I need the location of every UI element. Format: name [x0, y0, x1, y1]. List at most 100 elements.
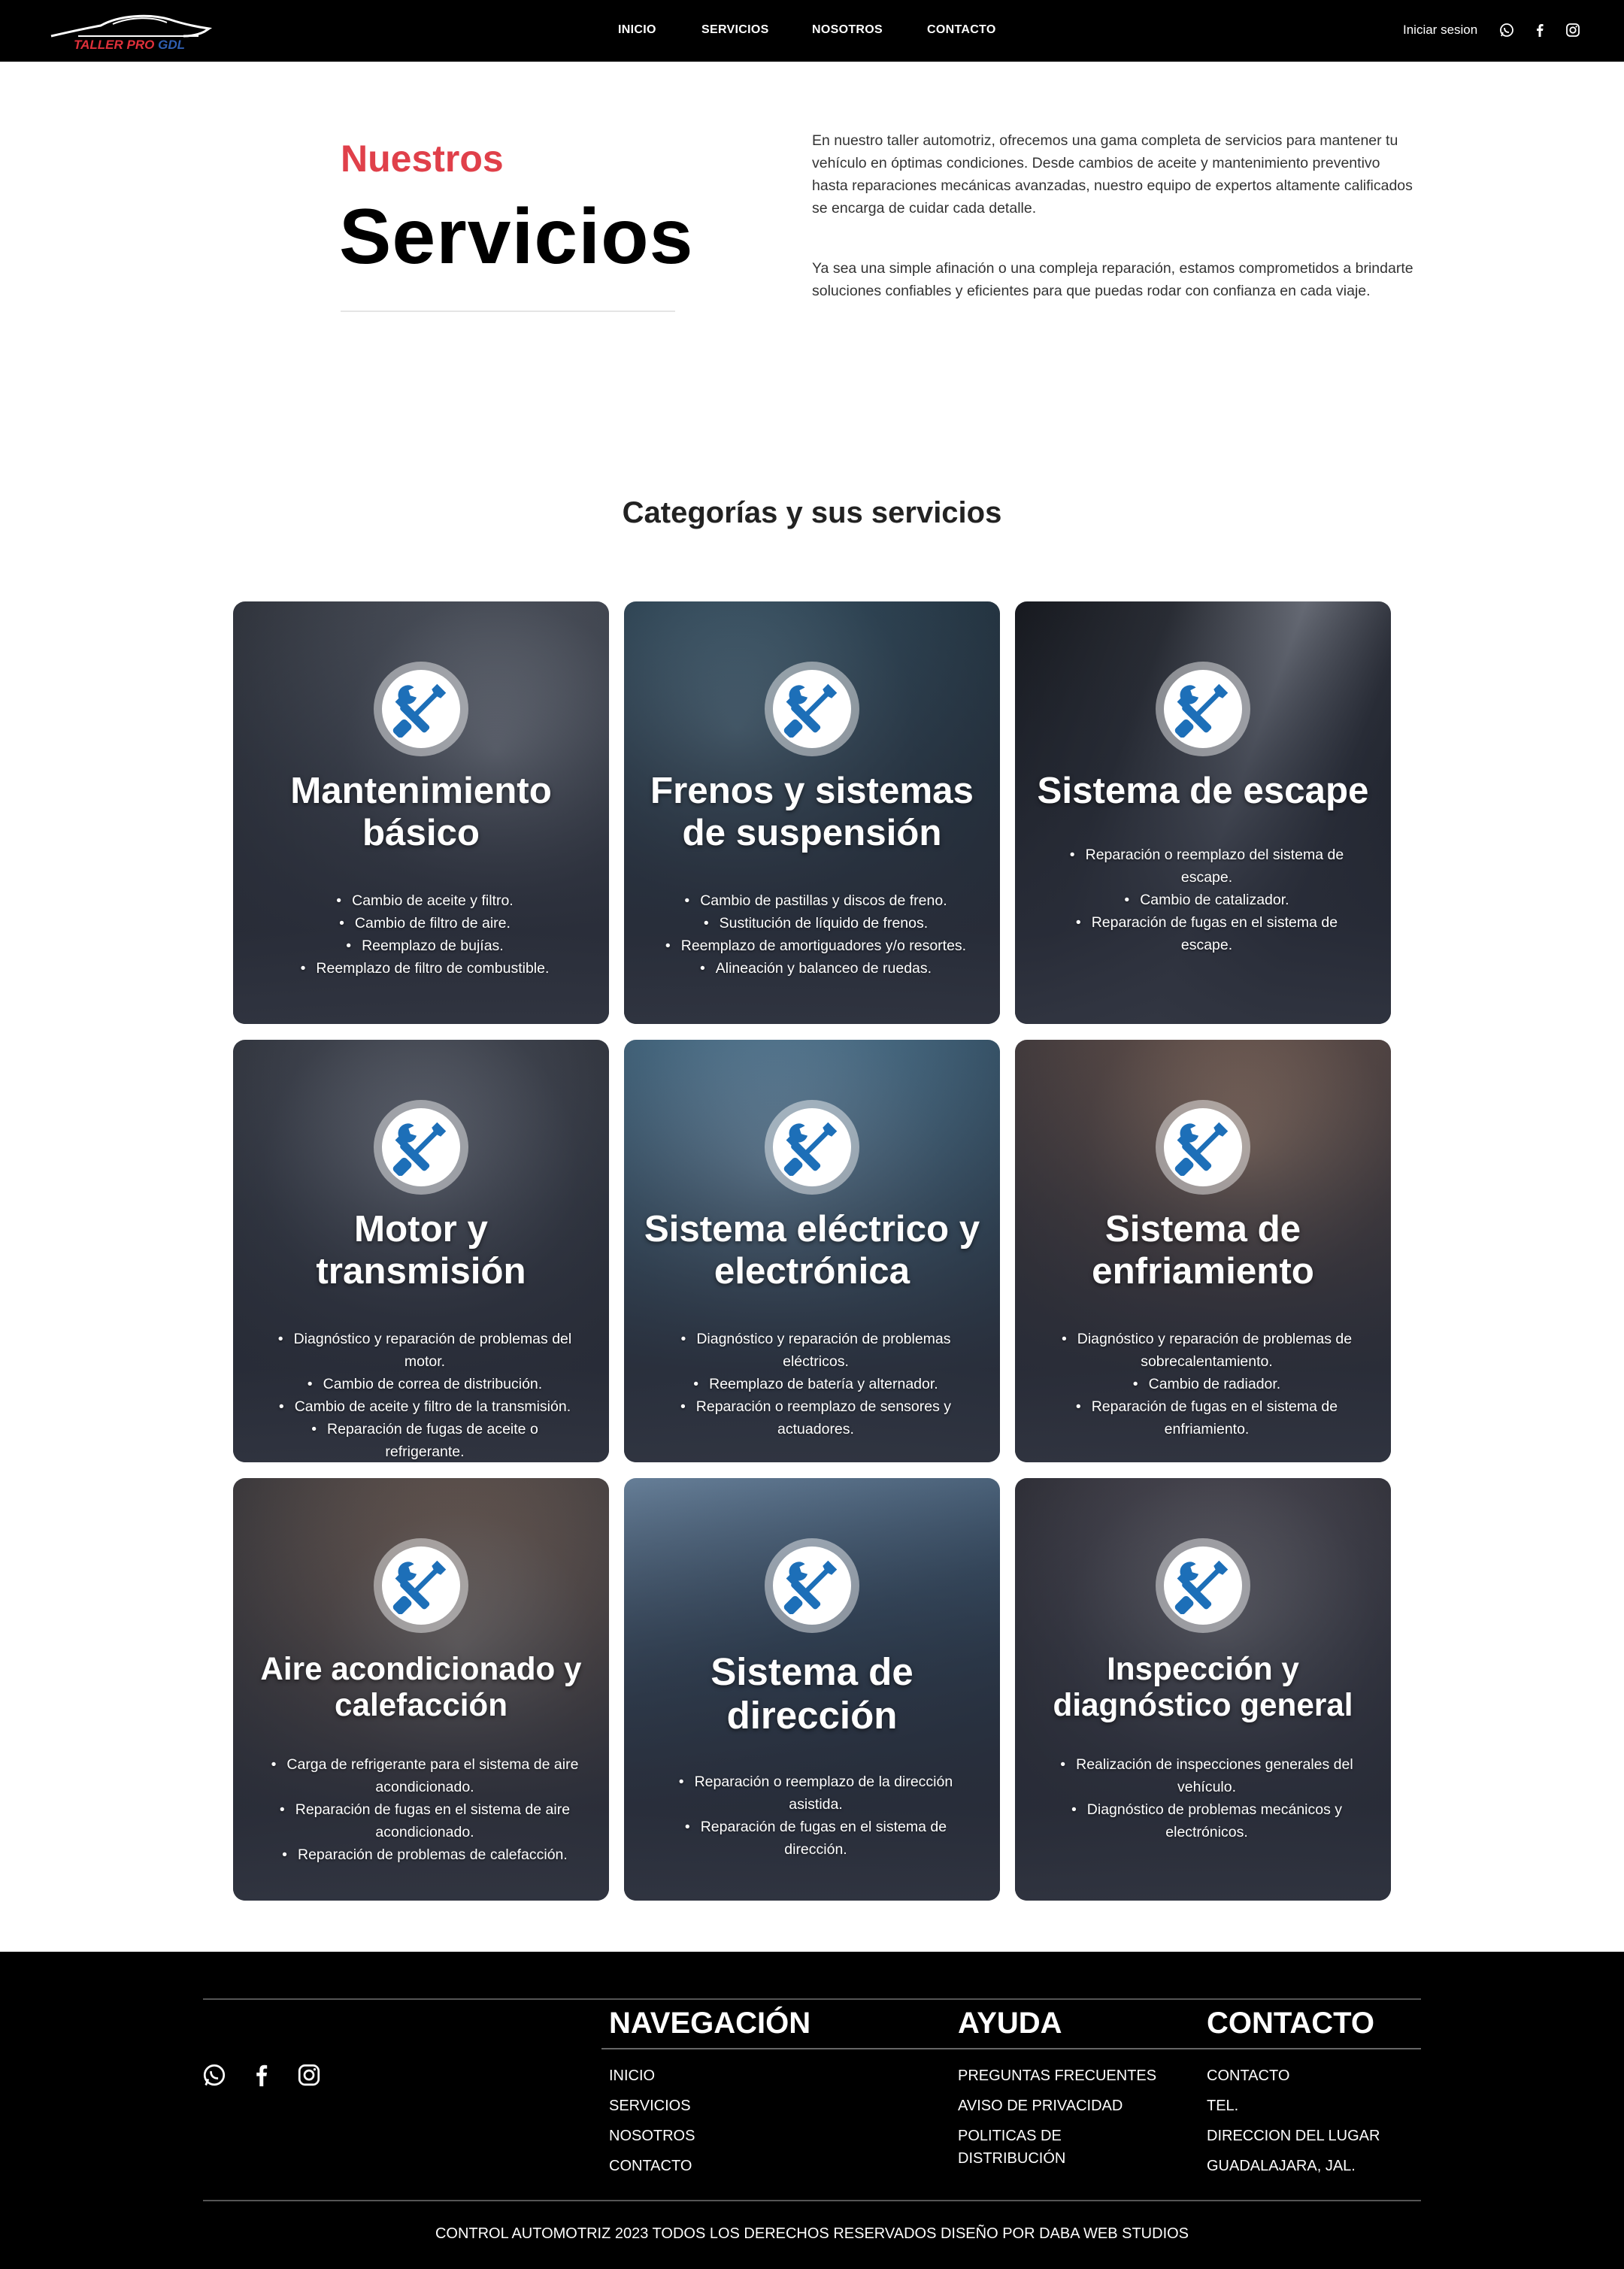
service-item: Cambio de correa de distribución. [271, 1373, 579, 1395]
card-icon-badge [765, 1538, 859, 1633]
footer-help-heading: AYUDA [958, 2007, 1062, 2040]
service-item: Diagnóstico y reparación de problemas de… [1053, 1328, 1361, 1373]
icon-circle [382, 670, 460, 748]
title-divider [341, 311, 675, 312]
icon-circle [382, 1546, 460, 1625]
service-list: Diagnóstico y reparación de problemas de… [271, 1328, 579, 1462]
service-card[interactable]: Frenos y sistemasde suspensión Cambio de … [624, 601, 1000, 1024]
logo-text: TALLER PRO GDL [74, 38, 185, 52]
wrench-screwdriver-icon [783, 1122, 838, 1176]
wrench-screwdriver-icon [783, 683, 838, 738]
service-item: Sustitución de líquido de frenos. [662, 912, 970, 935]
card-title: Sistema eléctrico y [644, 1208, 980, 1250]
footer-link-distribution[interactable]: POLITICAS DE [958, 2125, 1062, 2147]
footer-city: GUADALAJARA, JAL. [1207, 2158, 1356, 2174]
nav-inicio[interactable]: INICIO [618, 23, 656, 37]
login-link[interactable]: Iniciar sesion [1403, 23, 1477, 38]
instagram-icon[interactable] [1564, 21, 1582, 39]
categories-heading: Categorías y sus servicios [622, 496, 1002, 529]
card-icon-badge [374, 662, 468, 756]
card-title: Sistema de escape [1037, 770, 1369, 811]
icon-circle [773, 1546, 851, 1625]
facebook-icon[interactable] [248, 2061, 275, 2089]
card-icon-badge [765, 662, 859, 756]
footer-link-privacy[interactable]: AVISO DE PRIVACIDAD [958, 2095, 1123, 2117]
card-title: Sistema de [1104, 1208, 1301, 1250]
footer-link-faq[interactable]: PREGUNTAS FRECUENTES [958, 2065, 1156, 2087]
footer-link-inicio[interactable]: INICIO [609, 2065, 655, 2087]
card-title: transmisión [316, 1250, 526, 1292]
card-title: Frenos y sistemas [650, 770, 974, 811]
footer-top-divider [203, 1998, 1421, 2000]
service-card[interactable]: Sistema eléctrico yelectrónica Diagnóstic… [624, 1040, 1000, 1462]
instagram-icon[interactable] [295, 2061, 323, 2089]
service-list: Reparación o reemplazo del sistema de es… [1053, 844, 1361, 956]
nav-servicios[interactable]: SERVICIOS [701, 23, 769, 37]
wrench-screwdriver-icon [392, 1122, 447, 1176]
service-card[interactable]: Sistema dedirección Reparación o reemplaz… [624, 1478, 1000, 1901]
service-card[interactable]: Motor ytransmisión Diagnóstico y reparaci… [233, 1040, 609, 1462]
card-title: calefacción [334, 1687, 508, 1722]
service-item: Cambio de catalizador. [1053, 889, 1361, 911]
footer-bottom-divider [203, 2200, 1421, 2201]
card-title: Motor y [354, 1208, 488, 1250]
footer-link-distribution-2[interactable]: DISTRIBUCIÓN [958, 2147, 1065, 2170]
footer-link-servicios[interactable]: SERVICIOS [609, 2095, 691, 2117]
service-list: Cambio de pastillas y discos de freno.Su… [662, 889, 970, 980]
wrench-screwdriver-icon [392, 1560, 447, 1614]
footer-phone: TEL. [1207, 2098, 1239, 2114]
wrench-screwdriver-icon [1174, 1122, 1229, 1176]
top-navbar: TALLER PRO GDL INICIO SERVICIOS NOSOTROS… [0, 0, 1624, 62]
service-list: Diagnóstico y reparación de problemas de… [1053, 1328, 1361, 1440]
service-item: Reparación de fugas de aceite o refriger… [271, 1418, 579, 1462]
icon-circle [773, 1108, 851, 1186]
service-item: Cambio de filtro de aire. [271, 912, 579, 935]
service-item: Realización de inspecciones generales de… [1053, 1753, 1361, 1798]
footer-address: DIRECCION DEL LUGAR [1207, 2128, 1380, 2144]
service-list: Reparación o reemplazo de la dirección a… [662, 1771, 970, 1861]
card-title: enfriamiento [1092, 1250, 1314, 1292]
footer-link-contacto[interactable]: CONTACTO [609, 2155, 692, 2177]
card-title: de suspensión [682, 812, 942, 853]
service-card[interactable]: Sistema deenfriamiento Diagnóstico y repa… [1015, 1040, 1391, 1462]
service-item: Reparación o reemplazo de sensores y act… [662, 1395, 970, 1440]
service-item: Diagnóstico y reparación de problemas de… [271, 1328, 579, 1373]
icon-circle [773, 670, 851, 748]
service-item: Reparación de fugas en el sistema de air… [271, 1798, 579, 1843]
card-icon-badge [1156, 1538, 1250, 1633]
footer-link-nosotros[interactable]: NOSOTROS [609, 2125, 695, 2147]
nav-contacto[interactable]: CONTACTO [927, 23, 996, 37]
service-item: Alineación y balanceo de ruedas. [662, 957, 970, 980]
wrench-screwdriver-icon [392, 683, 447, 738]
service-card[interactable]: Sistema de escape Reparación o reemplazo … [1015, 601, 1391, 1024]
service-item: Cambio de pastillas y discos de freno. [662, 889, 970, 912]
service-item: Cambio de aceite y filtro. [271, 889, 579, 912]
service-item: Reemplazo de filtro de combustible. [271, 957, 579, 980]
card-icon-badge [1156, 1100, 1250, 1195]
section-subtitle: Nuestros [341, 138, 504, 180]
service-item: Carga de refrigerante para el sistema de… [271, 1753, 579, 1798]
facebook-icon[interactable] [1531, 21, 1549, 39]
service-list: Diagnóstico y reparación de problemas el… [662, 1328, 970, 1440]
icon-circle [1164, 1108, 1242, 1186]
whatsapp-icon[interactable] [1498, 21, 1516, 39]
service-card[interactable]: Inspección ydiagnóstico generalRealizaci… [1015, 1478, 1391, 1901]
service-item: Reparación de fugas en el sistema de dir… [662, 1816, 970, 1861]
card-icon-badge [374, 1538, 468, 1633]
card-icon-badge [374, 1100, 468, 1195]
main-nav: INICIO SERVICIOS NOSOTROS CONTACTO [0, 23, 1624, 40]
intro-paragraph-2: Ya sea una simple afinación o una comple… [812, 260, 1413, 299]
wrench-screwdriver-icon [1174, 683, 1229, 738]
service-item: Cambio de aceite y filtro de la transmis… [271, 1395, 579, 1418]
service-list: Realización de inspecciones generales de… [1053, 1753, 1361, 1843]
service-item: Diagnóstico y reparación de problemas el… [662, 1328, 970, 1373]
service-item: Reemplazo de amortiguadores y/o resortes… [662, 935, 970, 957]
footer-link-contact[interactable]: CONTACTO [1207, 2065, 1289, 2087]
nav-nosotros[interactable]: NOSOTROS [812, 23, 883, 37]
service-card[interactable]: Aire acondicionado ycalefacciónCarga de … [233, 1478, 609, 1901]
card-title: dirección [726, 1694, 898, 1737]
service-card[interactable]: Mantenimientobásico Cambio de aceite y fi… [233, 601, 609, 1024]
service-item: Reparación de problemas de calefacción. [271, 1843, 579, 1866]
whatsapp-icon[interactable] [201, 2061, 228, 2089]
card-icon-badge [765, 1100, 859, 1195]
